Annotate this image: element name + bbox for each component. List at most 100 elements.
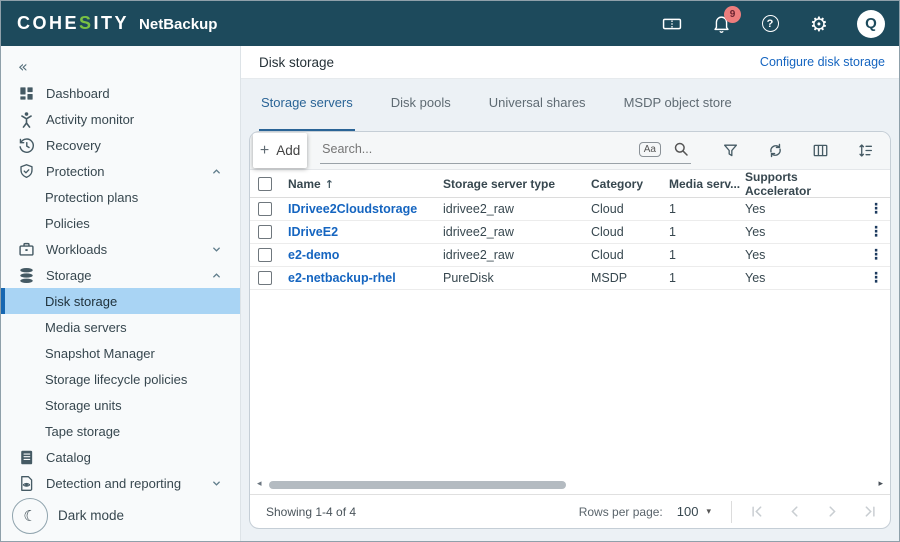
tab-storage-servers[interactable]: Storage servers: [259, 95, 355, 131]
previous-page-button[interactable]: [786, 504, 802, 520]
sidebar-item-workloads[interactable]: Workloads: [1, 236, 240, 262]
refresh-icon[interactable]: [766, 142, 784, 160]
add-button[interactable]: + Add: [253, 133, 307, 168]
media-servers-cell: 1: [669, 248, 745, 262]
row-density-icon[interactable]: [856, 142, 874, 160]
protection-icon: [17, 162, 35, 180]
sidebar-item-storage[interactable]: Storage: [1, 262, 240, 288]
table-empty-space: [250, 290, 890, 475]
storage-server-type-cell: idrivee2_raw: [443, 225, 591, 239]
scrollbar-track[interactable]: [267, 480, 874, 490]
sidebar-item-tape-storage[interactable]: Tape storage: [1, 418, 240, 444]
brand-logo: COHESITY NetBackup: [17, 13, 217, 34]
search-field: Aa: [320, 137, 691, 164]
storage-server-name-link[interactable]: IDrivee2Cloudstorage: [288, 202, 443, 216]
sidebar-item-activity-monitor[interactable]: Activity monitor: [1, 106, 240, 132]
sidebar-item-protection[interactable]: Protection: [1, 158, 240, 184]
columns-icon[interactable]: [811, 142, 829, 160]
cohesity-logo: COHESITY: [17, 13, 129, 34]
recovery-icon: [17, 136, 35, 154]
tabs: Storage servers Disk pools Universal share…: [241, 79, 899, 131]
table-row[interactable]: IDrivee2Cloudstorage idrivee2_raw Cloud …: [250, 198, 890, 221]
filter-icon[interactable]: [721, 142, 739, 160]
table-row[interactable]: IDriveE2 idrivee2_raw Cloud 1 Yes ⋮: [250, 221, 890, 244]
sidebar-item-dashboard[interactable]: Dashboard: [1, 80, 240, 106]
table-footer: Showing 1-4 of 4 Rows per page: 100 ▾: [250, 494, 890, 528]
row-checkbox[interactable]: [258, 271, 272, 285]
row-checkbox[interactable]: [258, 202, 272, 216]
row-actions-kebab-icon[interactable]: ⋮: [862, 248, 890, 262]
sidebar-collapse-icon[interactable]: «: [1, 52, 240, 80]
media-servers-cell: 1: [669, 225, 745, 239]
table-row[interactable]: e2-netbackup-rhel PureDisk MSDP 1 Yes ⋮: [250, 267, 890, 290]
settings-gear-icon[interactable]: ⚙: [808, 13, 830, 35]
table-row[interactable]: e2-demo idrivee2_raw Cloud 1 Yes ⋮: [250, 244, 890, 267]
search-icon[interactable]: [673, 141, 689, 157]
rows-per-page-select[interactable]: 100 ▾: [677, 504, 711, 519]
page-title: Disk storage: [259, 55, 334, 70]
next-page-button[interactable]: [824, 504, 840, 520]
sidebar-item-storage-units[interactable]: Storage units: [1, 392, 240, 418]
sidebar-item-media-servers[interactable]: Media servers: [1, 314, 240, 340]
sidebar-nav: Dashboard Activity monitor Recovery Prot…: [1, 80, 240, 496]
storage-servers-card: + Add Aa: [249, 131, 891, 529]
category-cell: Cloud: [591, 202, 669, 216]
help-icon[interactable]: ?: [759, 13, 781, 35]
table-header-row: Name↑ Storage server type Category Media…: [250, 170, 890, 198]
column-header-accelerator[interactable]: Supports Accelerator: [745, 170, 862, 198]
row-actions-kebab-icon[interactable]: ⋮: [862, 271, 890, 285]
dropdown-caret-icon: ▾: [706, 507, 711, 517]
scroll-left-arrow-icon[interactable]: ◂: [257, 480, 262, 489]
product-name: NetBackup: [139, 16, 217, 33]
tab-disk-pools[interactable]: Disk pools: [389, 95, 453, 131]
column-header-media-servers[interactable]: Media serv...: [669, 177, 745, 191]
sidebar-item-recovery[interactable]: Recovery: [1, 132, 240, 158]
column-header-category[interactable]: Category: [591, 177, 669, 191]
page-header: Disk storage Configure disk storage: [241, 46, 899, 79]
dark-mode-toggle[interactable]: ☾: [12, 498, 48, 534]
sidebar-item-policies[interactable]: Policies: [1, 210, 240, 236]
sidebar-item-disk-storage[interactable]: Disk storage: [1, 288, 240, 314]
tab-msdp-object-store[interactable]: MSDP object store: [622, 95, 734, 131]
sidebar-item-catalog[interactable]: Catalog: [1, 444, 240, 470]
accelerator-cell: Yes: [745, 271, 862, 285]
workloads-icon: [17, 240, 35, 258]
first-page-button[interactable]: [748, 504, 764, 520]
tab-universal-shares[interactable]: Universal shares: [487, 95, 588, 131]
storage-server-name-link[interactable]: e2-netbackup-rhel: [288, 271, 443, 285]
showing-count-label: Showing 1-4 of 4: [266, 505, 356, 519]
select-all-checkbox[interactable]: [258, 177, 272, 191]
row-checkbox[interactable]: [258, 248, 272, 262]
sidebar-item-storage-lifecycle-policies[interactable]: Storage lifecycle policies: [1, 366, 240, 392]
category-cell: MSDP: [591, 271, 669, 285]
app-window: COHESITY NetBackup 9 ? ⚙ Q « Dashboard A: [0, 0, 900, 542]
support-ticket-icon[interactable]: [661, 13, 683, 35]
sidebar-item-protection-plans[interactable]: Protection plans: [1, 184, 240, 210]
top-navigation-bar: COHESITY NetBackup 9 ? ⚙ Q: [1, 1, 899, 46]
dark-mode-row: ☾ Dark mode: [1, 496, 240, 541]
row-checkbox[interactable]: [258, 225, 272, 239]
configure-disk-storage-link[interactable]: Configure disk storage: [760, 55, 885, 69]
column-header-name[interactable]: Name↑: [288, 177, 443, 191]
dashboard-icon: [17, 84, 35, 102]
storage-server-type-cell: idrivee2_raw: [443, 202, 591, 216]
accelerator-cell: Yes: [745, 202, 862, 216]
last-page-button[interactable]: [862, 504, 878, 520]
sidebar-item-snapshot-manager[interactable]: Snapshot Manager: [1, 340, 240, 366]
column-header-type[interactable]: Storage server type: [443, 177, 591, 191]
scroll-right-arrow-icon[interactable]: ▸: [878, 480, 883, 489]
match-case-toggle[interactable]: Aa: [639, 142, 661, 157]
storage-server-name-link[interactable]: e2-demo: [288, 248, 443, 262]
user-avatar[interactable]: Q: [857, 10, 885, 38]
category-cell: Cloud: [591, 248, 669, 262]
notifications-bell-icon[interactable]: 9: [710, 13, 732, 35]
sidebar-item-detection-and-reporting[interactable]: Detection and reporting: [1, 470, 240, 496]
scrollbar-thumb[interactable]: [269, 481, 566, 489]
moon-icon: ☾: [23, 507, 36, 525]
row-actions-kebab-icon[interactable]: ⋮: [862, 225, 890, 239]
storage-server-name-link[interactable]: IDriveE2: [288, 225, 443, 239]
search-input[interactable]: [320, 141, 639, 157]
notification-count-badge: 9: [724, 6, 741, 23]
row-actions-kebab-icon[interactable]: ⋮: [862, 202, 890, 216]
accelerator-cell: Yes: [745, 225, 862, 239]
